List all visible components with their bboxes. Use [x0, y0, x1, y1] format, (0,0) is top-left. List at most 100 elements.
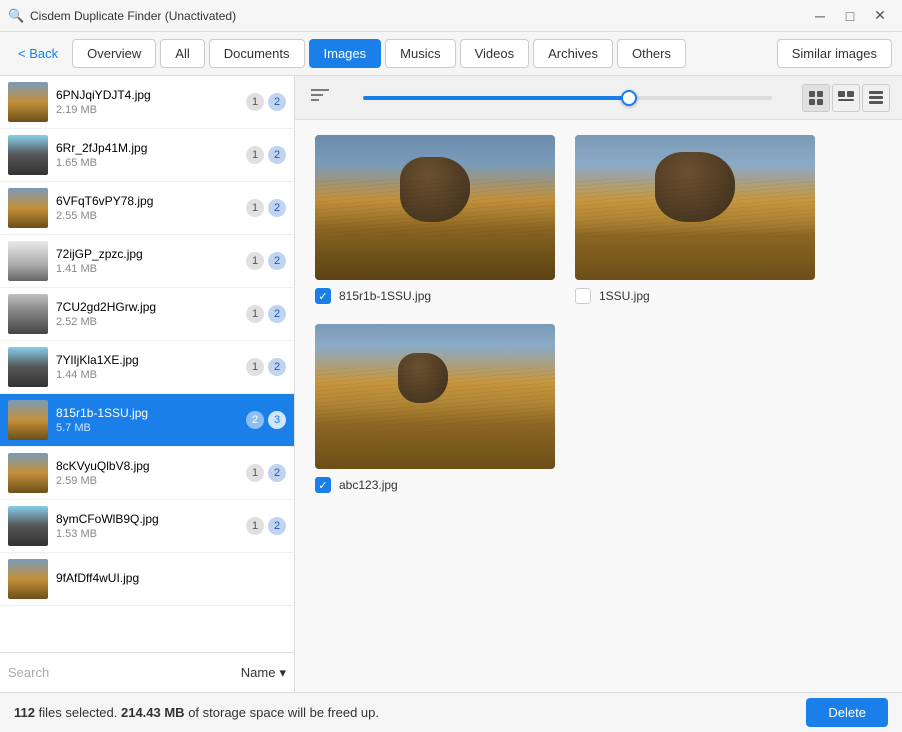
status-text: 112 files selected. 214.43 MB of storage…: [14, 705, 379, 720]
file-info: 6VFqT6vPY78.jpg 2.55 MB: [56, 194, 238, 222]
similar-images-button[interactable]: Similar images: [777, 39, 892, 68]
right-toolbar: [295, 76, 902, 120]
desert-scene-3: [315, 324, 555, 469]
file-thumbnail: [8, 188, 48, 228]
minimize-button[interactable]: ─: [806, 4, 834, 28]
file-size: 2.55 MB: [56, 210, 238, 222]
duplicate-item: abc123.jpg: [315, 324, 555, 493]
file-name: 8ymCFoWlB9Q.jpg: [56, 512, 238, 526]
file-info: 815r1b-1SSU.jpg 5.7 MB: [56, 406, 238, 434]
file-name: 9fAfDff4wUI.jpg: [56, 571, 278, 585]
file-info: 6Rr_2fJp41M.jpg 1.65 MB: [56, 141, 238, 169]
list-item[interactable]: 9fAfDff4wUI.jpg: [0, 553, 294, 606]
image-filename: 1SSU.jpg: [599, 289, 650, 303]
file-thumbnail: [8, 506, 48, 546]
list-item[interactable]: 6PNJqiYDJT4.jpg 2.19 MB 1 2: [0, 76, 294, 129]
file-counts: 1 2: [246, 252, 286, 270]
sort-label: Name: [241, 665, 276, 680]
file-size: 1.53 MB: [56, 528, 238, 540]
content-area: 815r1b-1SSU.jpg 1SSU.jpg: [295, 120, 902, 692]
list-item[interactable]: 6VFqT6vPY78.jpg 2.55 MB 1 2: [0, 182, 294, 235]
tab-documents[interactable]: Documents: [209, 39, 305, 68]
select-checkbox[interactable]: [315, 477, 331, 493]
detail-view-button[interactable]: [832, 84, 860, 112]
list-item[interactable]: 6Rr_2fJp41M.jpg 1.65 MB 1 2: [0, 129, 294, 182]
file-info: 7YlIjKla1XE.jpg 1.44 MB: [56, 353, 238, 381]
view-buttons: [802, 84, 890, 112]
select-checkbox[interactable]: [575, 288, 591, 304]
duplicate-group: 815r1b-1SSU.jpg 1SSU.jpg: [315, 135, 882, 304]
count-badge-1: 1: [246, 464, 264, 482]
tab-musics[interactable]: Musics: [385, 39, 455, 68]
tab-overview[interactable]: Overview: [72, 39, 156, 68]
list-item[interactable]: 7YlIjKla1XE.jpg 1.44 MB 1 2: [0, 341, 294, 394]
sand-lines-2: [575, 179, 815, 237]
file-size: 1.65 MB: [56, 157, 238, 169]
chevron-down-icon: ▾: [279, 665, 286, 681]
tab-all[interactable]: All: [160, 39, 204, 68]
nav-tabs: Overview All Documents Images Musics Vid…: [72, 39, 686, 68]
sort-dropdown[interactable]: Name ▾: [241, 665, 286, 681]
grid-view-button[interactable]: [802, 84, 830, 112]
count-badge-1: 1: [246, 305, 264, 323]
list-item[interactable]: 7CU2gd2HGrw.jpg 2.52 MB 1 2: [0, 288, 294, 341]
list-item[interactable]: 8cKVyuQlbV8.jpg 2.59 MB 1 2: [0, 447, 294, 500]
slider-thumb[interactable]: [621, 90, 637, 106]
storage-size: 214.43 MB: [121, 705, 185, 720]
files-count: 112: [14, 705, 35, 720]
tab-videos[interactable]: Videos: [460, 39, 530, 68]
app-icon: 🔍: [8, 8, 24, 24]
status-bar: 112 files selected. 214.43 MB of storage…: [0, 692, 902, 732]
file-counts: 1 2: [246, 305, 286, 323]
search-input[interactable]: [8, 665, 235, 680]
count-badge-1: 2: [246, 411, 264, 429]
duplicate-image: [315, 135, 555, 280]
file-info: 6PNJqiYDJT4.jpg 2.19 MB: [56, 88, 238, 116]
file-name: 8cKVyuQlbV8.jpg: [56, 459, 238, 473]
maximize-button[interactable]: □: [836, 4, 864, 28]
select-checkbox[interactable]: [315, 288, 331, 304]
list-item[interactable]: 8ymCFoWlB9Q.jpg 1.53 MB 1 2: [0, 500, 294, 553]
sort-list-icon[interactable]: [307, 84, 333, 111]
file-counts: 1 2: [246, 464, 286, 482]
size-slider[interactable]: [363, 96, 772, 100]
left-panel: 6PNJqiYDJT4.jpg 2.19 MB 1 2 6Rr_2fJp41M.…: [0, 76, 295, 692]
close-button[interactable]: ✕: [866, 4, 894, 28]
file-size: 2.52 MB: [56, 316, 238, 328]
file-counts: 1 2: [246, 93, 286, 111]
file-list: 6PNJqiYDJT4.jpg 2.19 MB 1 2 6Rr_2fJp41M.…: [0, 76, 294, 652]
search-bar: Name ▾: [0, 652, 294, 692]
duplicate-group: abc123.jpg: [315, 324, 882, 493]
tab-others[interactable]: Others: [617, 39, 686, 68]
image-filename: abc123.jpg: [339, 478, 398, 492]
file-counts: 1 2: [246, 199, 286, 217]
duplicate-item: 1SSU.jpg: [575, 135, 815, 304]
tab-images[interactable]: Images: [309, 39, 382, 68]
file-name: 6VFqT6vPY78.jpg: [56, 194, 238, 208]
delete-button[interactable]: Delete: [806, 698, 888, 727]
file-thumbnail: [8, 559, 48, 599]
image-filename: 815r1b-1SSU.jpg: [339, 289, 431, 303]
duplicate-image: [575, 135, 815, 280]
window-controls: ─ □ ✕: [806, 4, 894, 28]
count-badge-1: 1: [246, 252, 264, 270]
file-thumbnail: [8, 82, 48, 122]
desert-scene: [315, 135, 555, 280]
list-view-button[interactable]: [862, 84, 890, 112]
file-size: 1.41 MB: [56, 263, 238, 275]
tab-archives[interactable]: Archives: [533, 39, 613, 68]
file-name: 815r1b-1SSU.jpg: [56, 406, 238, 420]
list-item[interactable]: 72ijGP_zpzc.jpg 1.41 MB 1 2: [0, 235, 294, 288]
sand-lines: [315, 179, 555, 237]
list-item[interactable]: 815r1b-1SSU.jpg 5.7 MB 2 3: [0, 394, 294, 447]
storage-label: of storage space will be freed up.: [188, 705, 379, 720]
count-badge-1: 1: [246, 199, 264, 217]
count-badge-2: 2: [268, 305, 286, 323]
back-button[interactable]: < Back: [10, 42, 66, 65]
file-name: 6PNJqiYDJT4.jpg: [56, 88, 238, 102]
count-badge-1: 1: [246, 358, 264, 376]
file-info: 9fAfDff4wUI.jpg: [56, 571, 278, 587]
file-thumbnail: [8, 135, 48, 175]
file-name: 7CU2gd2HGrw.jpg: [56, 300, 238, 314]
file-name: 7YlIjKla1XE.jpg: [56, 353, 238, 367]
